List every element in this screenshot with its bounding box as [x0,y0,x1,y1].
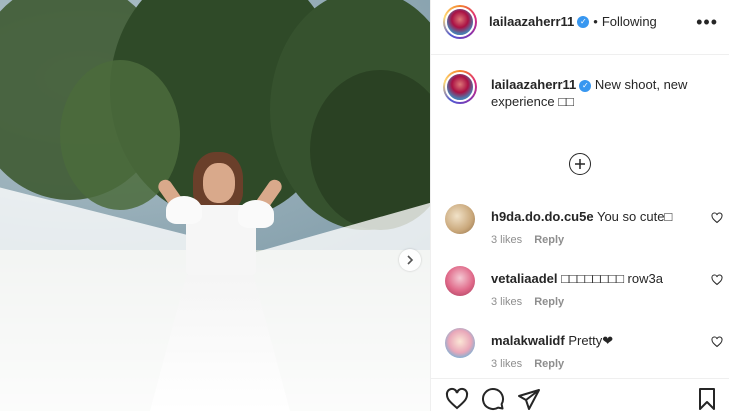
comment-item: h9da.do.do.cu5e You so cute□ 3 likes Repl… [443,204,723,258]
commenter-username[interactable]: malakwalidf [491,333,565,348]
commenter-avatar[interactable] [445,204,475,234]
post-header: lailaazaherr11 ✓ • Following ••• [431,0,729,55]
verified-icon: ✓ [577,15,590,28]
plus-icon [575,159,585,169]
separator-dot: • [593,14,598,29]
comment-meta: 3 likes Reply [491,358,576,370]
send-icon[interactable] [517,387,541,411]
post-panel: lailaazaherr11 ✓ • Following ••• lailaazahe… [430,0,729,411]
comment-item: malakwalidf Pretty❤ 3 likes Reply [443,328,723,382]
comment-likes[interactable]: 3 likes [491,296,522,308]
comment-body: □□□□□□□□ row3a [561,271,663,286]
post-photo[interactable] [0,0,430,411]
post-action-bar [431,378,729,411]
more-options-icon[interactable]: ••• [696,12,718,33]
caption-text-block: lailaazaherr11 ✓ New shoot, new experienc… [491,76,711,110]
comment-heart-icon[interactable] [711,212,723,224]
comment-text: malakwalidf Pretty❤ [491,332,691,349]
commenter-username[interactable]: vetaliaadel [491,271,558,286]
author-username[interactable]: lailaazaherr11 [489,14,574,29]
commenter-avatar[interactable] [445,328,475,358]
comment-meta: 3 likes Reply [491,234,576,246]
verified-icon: ✓ [579,79,592,92]
heart-icon[interactable] [445,387,469,411]
dress-ruffle-left [166,196,202,224]
comment-likes[interactable]: 3 likes [491,358,522,370]
load-more-comments-button[interactable] [569,153,591,175]
next-photo-button[interactable] [399,249,421,271]
following-button[interactable]: Following [602,14,657,29]
comment-text: vetaliaadel □□□□□□□□ row3a [491,270,691,287]
comment-icon[interactable] [481,387,505,411]
comment-body: Pretty❤ [568,333,614,348]
commenter-username[interactable]: h9da.do.do.cu5e [491,209,594,224]
reply-button[interactable]: Reply [534,296,564,308]
comment-item: vetaliaadel □□□□□□□□ row3a 3 likes Reply [443,266,723,320]
comment-likes[interactable]: 3 likes [491,234,522,246]
comment-heart-icon[interactable] [711,336,723,348]
commenter-avatar[interactable] [445,266,475,296]
author-avatar[interactable] [443,5,477,39]
comment-meta: 3 likes Reply [491,296,576,308]
comment-body: You so cute□ [596,209,673,224]
bookmark-icon[interactable] [695,387,719,411]
dress-ruffle-right [238,200,274,228]
caption-avatar[interactable] [443,70,477,104]
figure-face [203,163,235,203]
reply-button[interactable]: Reply [534,358,564,370]
comment-heart-icon[interactable] [711,274,723,286]
caption-username[interactable]: lailaazaherr11 [491,77,576,92]
reply-button[interactable]: Reply [534,234,564,246]
chevron-right-icon [407,255,414,265]
comment-text: h9da.do.do.cu5e You so cute□ [491,208,691,225]
